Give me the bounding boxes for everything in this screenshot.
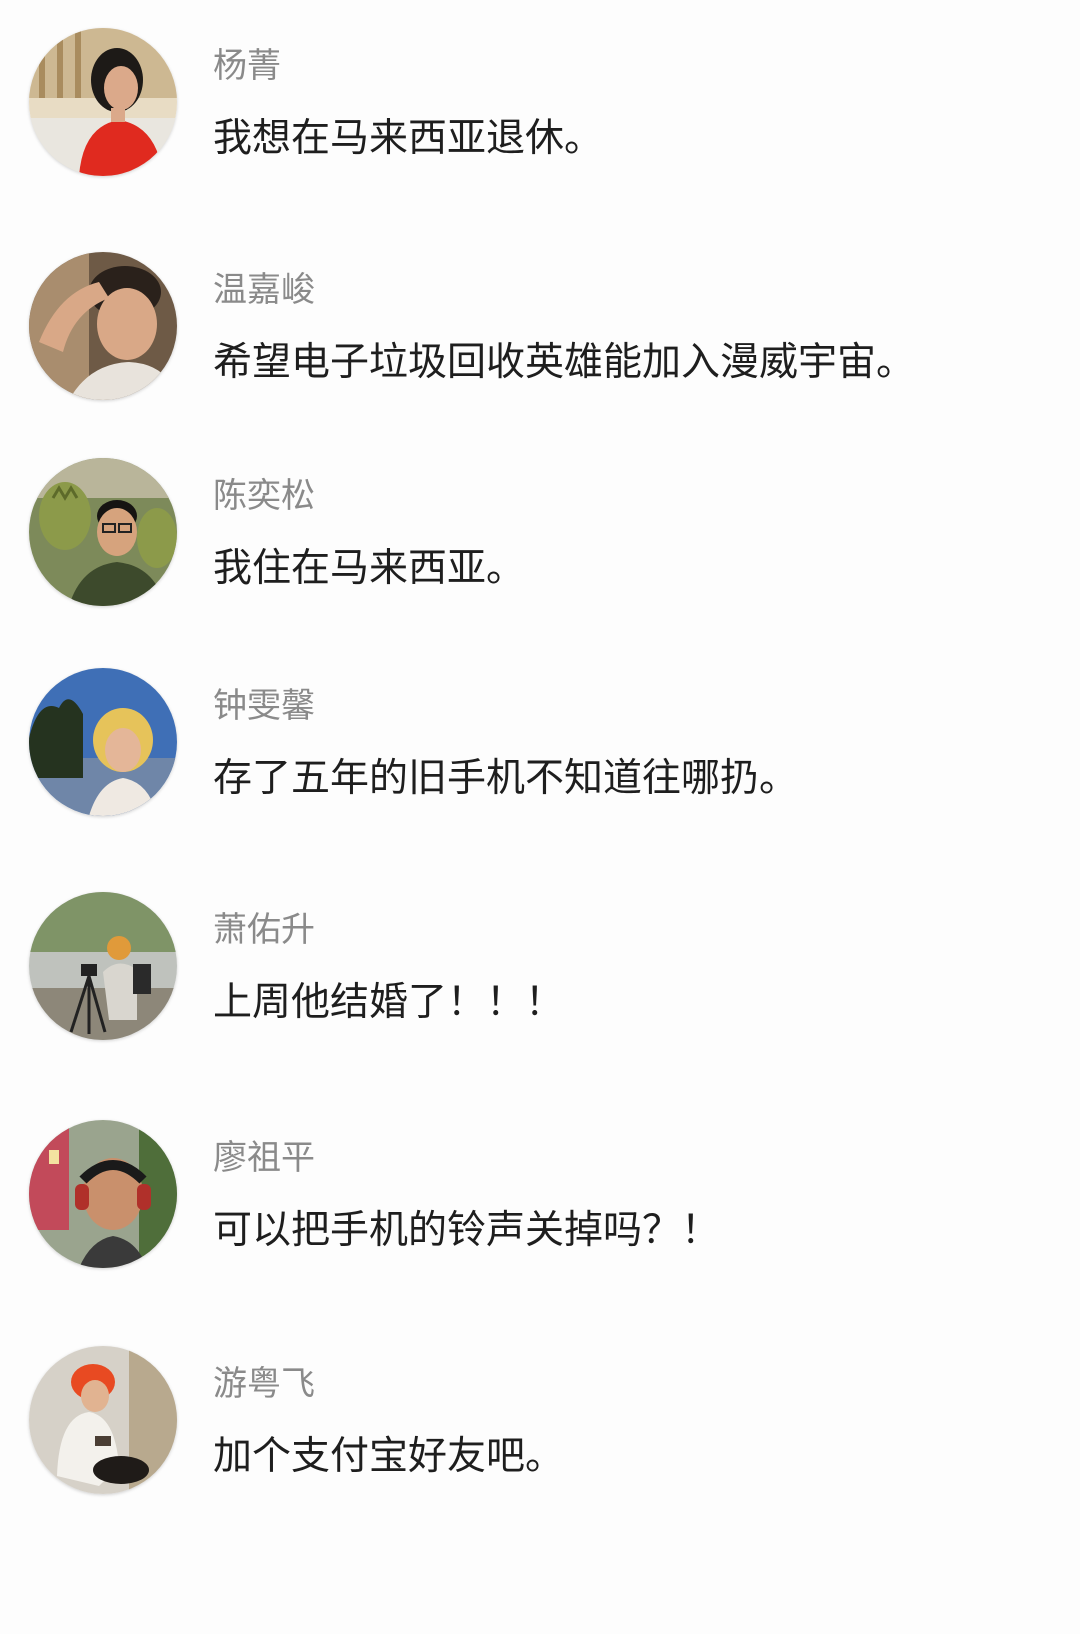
list-item: 钟雯馨 存了五年的旧手机不知道往哪扔。 <box>0 668 1080 828</box>
comment-text: 我想在马来西亚退休。 <box>213 116 604 161</box>
comment-text: 我住在马来西亚。 <box>213 546 526 591</box>
comment-text: 可以把手机的铃声关掉吗？！ <box>213 1208 721 1253</box>
commenter-name: 杨菁 <box>213 46 281 86</box>
avatar[interactable] <box>29 28 177 176</box>
list-item: 杨菁 我想在马来西亚退休。 <box>0 28 1080 188</box>
list-item: 萧佑升 上周他结婚了！！！ <box>0 892 1080 1052</box>
avatar[interactable] <box>29 458 177 606</box>
avatar[interactable] <box>29 1346 177 1494</box>
commenter-name: 陈奕松 <box>213 476 315 516</box>
list-item: 陈奕松 我住在马来西亚。 <box>0 458 1080 618</box>
comment-text: 希望电子垃圾回收英雄能加入漫威宇宙。 <box>213 340 916 385</box>
avatar[interactable] <box>29 668 177 816</box>
comment-text: 存了五年的旧手机不知道往哪扔。 <box>213 756 799 801</box>
avatar[interactable] <box>29 1120 177 1268</box>
commenter-name: 钟雯馨 <box>213 686 315 726</box>
list-item: 温嘉峻 希望电子垃圾回收英雄能加入漫威宇宙。 <box>0 252 1080 412</box>
commenter-name: 游粤飞 <box>213 1364 315 1404</box>
comment-list: 杨菁 我想在马来西亚退休。 温嘉峻 希望电子垃圾回收英雄能加入漫威宇宙。 陈奕松… <box>0 0 1080 1634</box>
avatar[interactable] <box>29 892 177 1040</box>
comment-text: 加个支付宝好友吧。 <box>213 1434 565 1479</box>
list-item: 游粤飞 加个支付宝好友吧。 <box>0 1346 1080 1506</box>
commenter-name: 温嘉峻 <box>213 270 315 310</box>
commenter-name: 廖祖平 <box>213 1138 315 1178</box>
avatar[interactable] <box>29 252 177 400</box>
list-item: 廖祖平 可以把手机的铃声关掉吗？！ <box>0 1120 1080 1280</box>
comment-text: 上周他结婚了！！！ <box>213 980 565 1025</box>
commenter-name: 萧佑升 <box>213 910 315 950</box>
